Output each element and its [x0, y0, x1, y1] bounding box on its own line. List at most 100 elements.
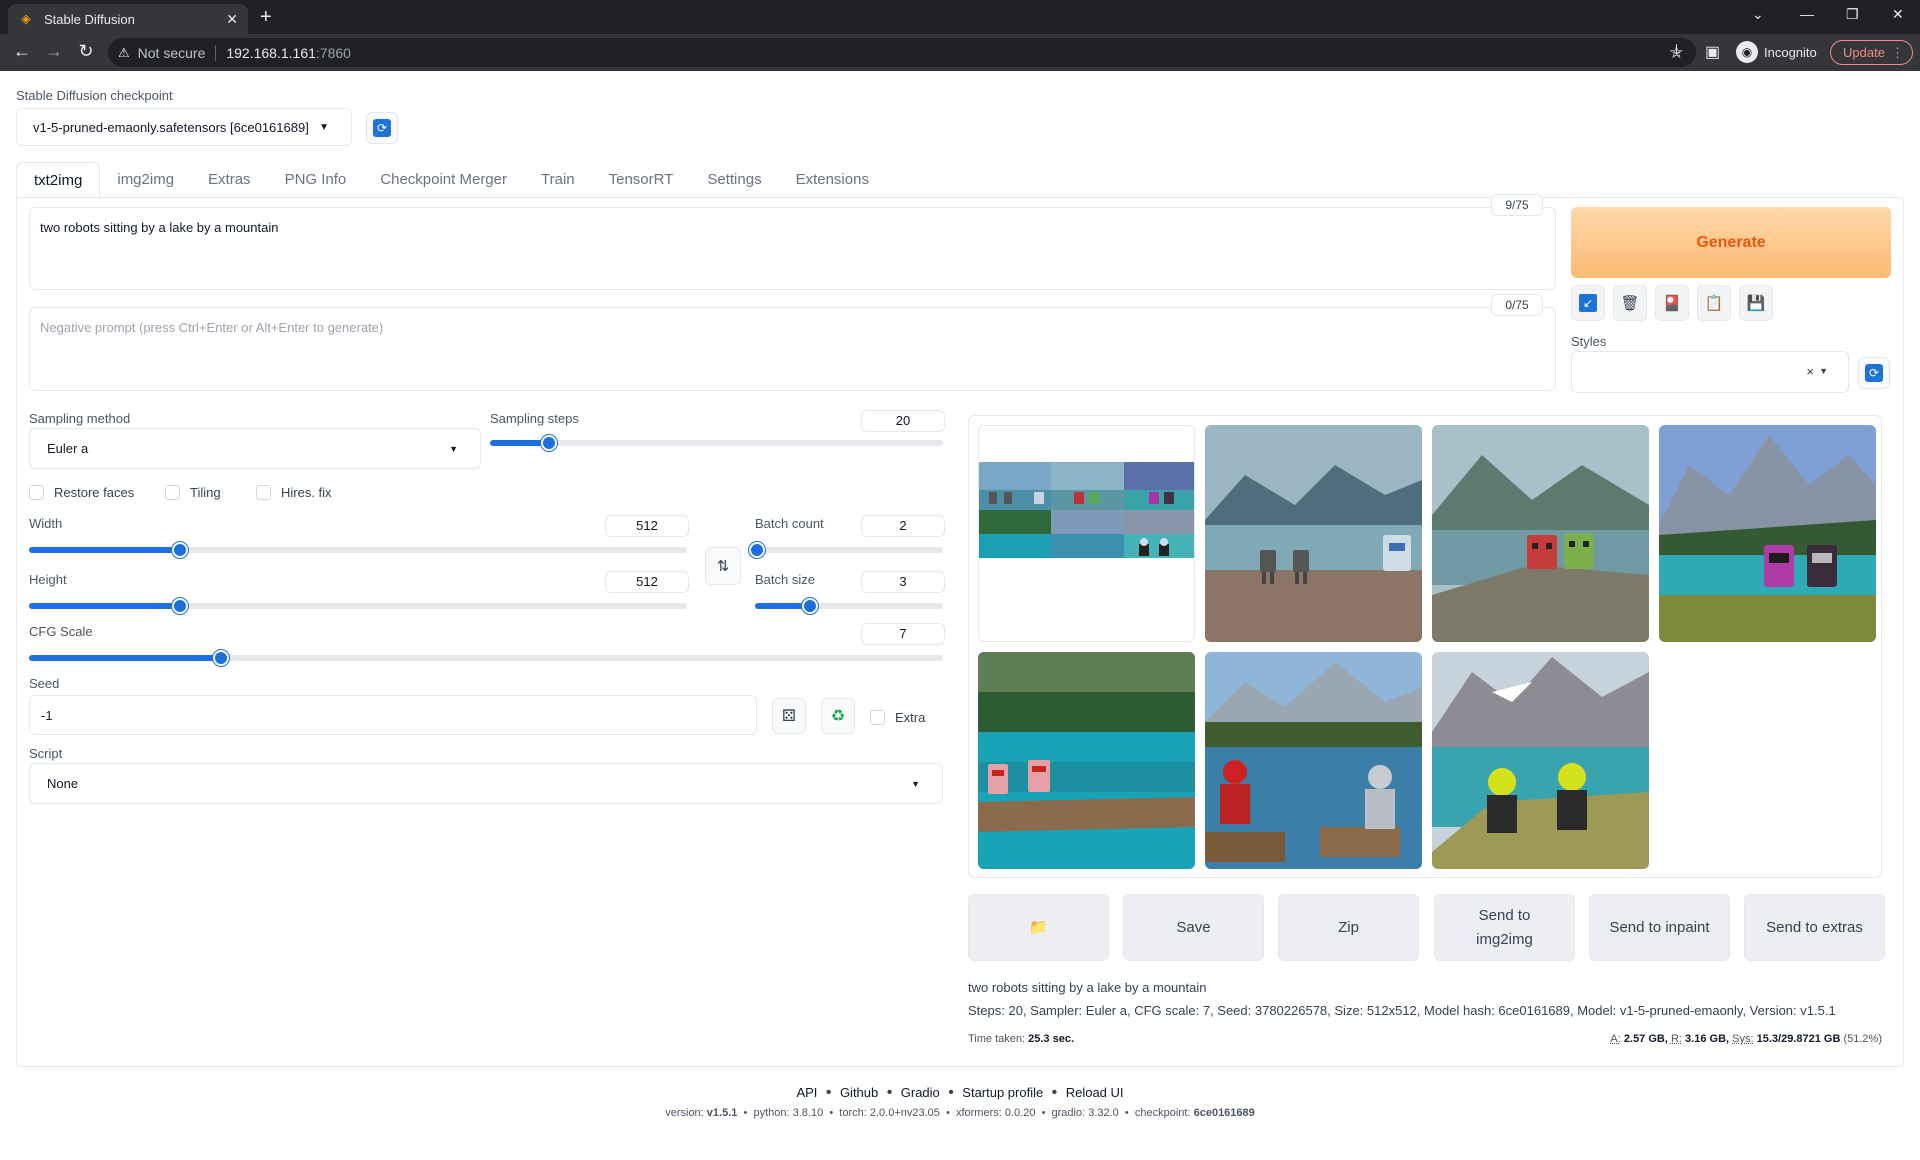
image-robots-lake-5	[1205, 652, 1422, 869]
output-image-3[interactable]	[1659, 425, 1876, 642]
width-input[interactable]: 512	[605, 515, 689, 537]
slider-knob[interactable]	[540, 435, 557, 451]
send-to-img2img-label-2: img2img	[1476, 930, 1533, 948]
refresh-styles-button[interactable]: ⟳	[1858, 357, 1890, 389]
batch-size-input[interactable]: 3	[861, 571, 945, 593]
checkbox-box[interactable]	[165, 485, 180, 500]
reload-icon[interactable]: ↻	[70, 41, 102, 62]
image-robots-lake-3	[1659, 425, 1876, 642]
minimize-icon[interactable]: —	[1800, 6, 1814, 22]
tab-txt2img[interactable]: txt2img	[16, 162, 101, 198]
tab-settings[interactable]: Settings	[690, 162, 778, 198]
clear-prompt-button[interactable]: 🗑	[1613, 285, 1647, 321]
cfg-scale-input[interactable]: 7	[861, 623, 945, 645]
tab-checkpoint-merger[interactable]: Checkpoint Merger	[363, 162, 524, 198]
restore-faces-checkbox[interactable]: Restore faces	[29, 485, 134, 500]
mem-sys-label: Sys:	[1732, 1033, 1754, 1045]
footer-link-gradio[interactable]: Gradio	[901, 1085, 940, 1100]
sampling-steps-slider[interactable]	[490, 435, 943, 451]
script-dropdown[interactable]: None ▼	[29, 763, 943, 804]
tab-extensions[interactable]: Extensions	[779, 162, 886, 198]
read-params-button[interactable]: ↙	[1571, 285, 1605, 321]
batch-size-slider[interactable]	[755, 598, 943, 614]
tab-search-icon[interactable]: ⌄	[1752, 6, 1764, 23]
footer-link-api[interactable]: API	[796, 1085, 817, 1100]
checkbox-box[interactable]	[256, 485, 271, 500]
output-image-6[interactable]	[1432, 652, 1649, 869]
version-label: version:	[665, 1107, 707, 1119]
negative-prompt-input[interactable]: Negative prompt (press Ctrl+Enter or Alt…	[29, 307, 1556, 391]
reuse-seed-button[interactable]: ♻	[821, 698, 855, 734]
close-tab-icon[interactable]: ✕	[226, 11, 238, 28]
extra-networks-button[interactable]: 🎴	[1655, 285, 1689, 321]
send-to-extras-button[interactable]: Send to extras	[1744, 894, 1885, 961]
sampling-steps-input[interactable]: 20	[861, 410, 945, 432]
output-image-2[interactable]	[1432, 425, 1649, 642]
cfg-scale-slider[interactable]	[29, 650, 943, 666]
prompt-token-counter: 9/75	[1491, 194, 1543, 216]
send-to-img2img-button[interactable]: Send to img2img	[1434, 894, 1575, 961]
swap-dimensions-button[interactable]: ⇅	[705, 547, 741, 585]
footer-link-reload-ui[interactable]: Reload UI	[1066, 1085, 1124, 1100]
save-button[interactable]: Save	[1123, 894, 1264, 961]
height-slider[interactable]	[29, 598, 687, 614]
seed-input[interactable]: -1	[29, 695, 757, 735]
tab-tensorrt[interactable]: TensorRT	[592, 162, 691, 198]
checkbox-box[interactable]	[29, 485, 44, 500]
footer-link-startup-profile[interactable]: Startup profile	[962, 1085, 1043, 1100]
url-host: 192.168.1.161	[226, 44, 316, 61]
checkpoint-dropdown[interactable]: v1-5-pruned-emaonly.safetensors [6ce0161…	[16, 108, 352, 146]
refresh-checkpoint-button[interactable]: ⟳	[366, 112, 398, 144]
styles-dropdown[interactable]: × ▼	[1571, 351, 1849, 393]
height-input[interactable]: 512	[605, 571, 689, 593]
clear-styles-icon[interactable]: ×	[1806, 364, 1814, 379]
grid-thumbnail[interactable]	[978, 425, 1195, 642]
update-button[interactable]: Update ⋮	[1830, 40, 1913, 65]
time-taken-label: Time taken:	[968, 1033, 1026, 1045]
save-style-button[interactable]: 💾	[1739, 285, 1773, 321]
send-to-inpaint-button[interactable]: Send to inpaint	[1589, 894, 1730, 961]
side-panel-icon[interactable]: ▣	[1705, 42, 1720, 62]
restore-icon[interactable]: ❐	[1846, 6, 1859, 23]
width-slider[interactable]	[29, 542, 687, 558]
download-icon[interactable]: ⤓	[1673, 42, 1680, 60]
apply-style-button[interactable]: 📋	[1697, 285, 1731, 321]
batch-count-slider[interactable]	[748, 542, 943, 558]
new-tab-button[interactable]: +	[260, 6, 272, 29]
batch-count-input[interactable]: 2	[861, 515, 945, 537]
prompt-input[interactable]: two robots sitting by a lake by a mounta…	[29, 207, 1556, 290]
generate-button[interactable]: Generate	[1571, 207, 1891, 278]
open-folder-button[interactable]: 📁	[968, 894, 1109, 961]
clipboard-icon: 📋	[1704, 295, 1724, 312]
back-icon[interactable]: ←	[6, 41, 38, 62]
slider-knob[interactable]	[801, 598, 818, 614]
hires-fix-checkbox[interactable]: Hires. fix	[256, 485, 332, 500]
tab-extras[interactable]: Extras	[191, 162, 268, 198]
slider-knob[interactable]	[748, 542, 765, 558]
tab-train[interactable]: Train	[524, 162, 592, 198]
browser-tab[interactable]: ◈ Stable Diffusion ✕	[8, 4, 248, 34]
tiling-checkbox[interactable]: Tiling	[165, 485, 221, 500]
tab-png-info[interactable]: PNG Info	[268, 162, 364, 198]
tab-img2img[interactable]: img2img	[100, 162, 191, 198]
checkbox-box[interactable]	[870, 710, 885, 725]
forward-icon[interactable]: →	[38, 41, 70, 62]
output-image-1[interactable]	[1205, 425, 1422, 642]
incognito-indicator[interactable]: ◉ Incognito	[1736, 41, 1817, 63]
time-taken-value: 25.3 sec.	[1028, 1033, 1074, 1045]
extra-label: Extra	[895, 710, 926, 725]
extra-seed-checkbox[interactable]: Extra	[870, 710, 925, 725]
sampling-method-dropdown[interactable]: Euler a ▼	[29, 428, 481, 469]
random-seed-button[interactable]: ⚄	[772, 698, 806, 734]
output-gallery	[968, 415, 1882, 878]
update-label: Update	[1843, 45, 1885, 60]
more-menu-icon[interactable]: ⋮	[1891, 45, 1904, 61]
zip-button[interactable]: Zip	[1278, 894, 1419, 961]
output-image-4[interactable]	[978, 652, 1195, 869]
output-image-5[interactable]	[1205, 652, 1422, 869]
restore-faces-label: Restore faces	[54, 485, 135, 500]
address-bar[interactable]: ⚠ Not secure 192.168.1.161:7860 ☆	[108, 38, 1696, 67]
close-window-icon[interactable]: ✕	[1892, 6, 1904, 23]
slider-knob[interactable]	[212, 650, 229, 666]
footer-link-github[interactable]: Github	[840, 1085, 878, 1100]
